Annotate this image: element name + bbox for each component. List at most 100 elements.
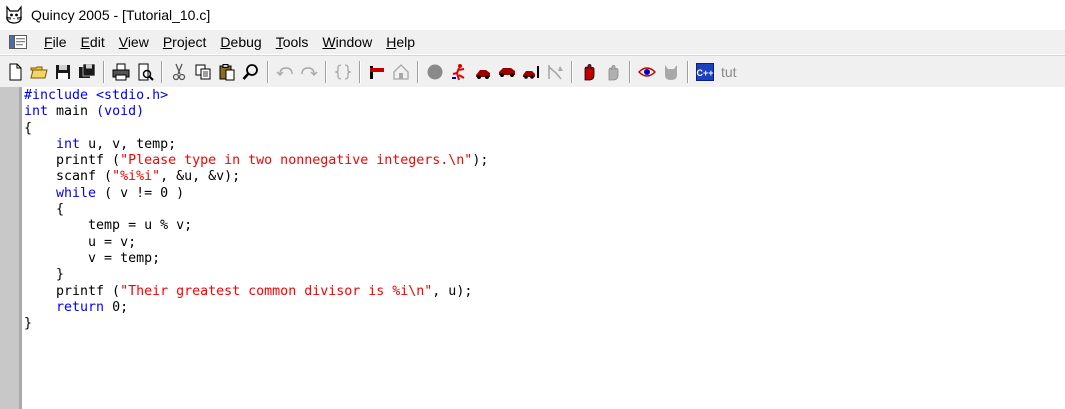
breakpoint-button[interactable] <box>602 61 624 83</box>
menu-help[interactable]: Help <box>379 34 422 50</box>
step-icon <box>476 70 490 79</box>
run-button[interactable] <box>448 61 470 83</box>
find-icon <box>242 64 258 80</box>
watch-button[interactable] <box>636 61 658 83</box>
menu-view-accesskey: V <box>118 34 128 50</box>
editor-area[interactable]: #include <stdio.h> int main (void){ int u… <box>0 87 1065 409</box>
save-all-button[interactable] <box>76 61 98 83</box>
hand-button[interactable] <box>578 61 600 83</box>
open-button[interactable] <box>28 61 50 83</box>
code-text: ); <box>472 153 489 169</box>
code-line[interactable]: int u, v, temp; <box>24 137 488 153</box>
run-to-cursor-button[interactable] <box>544 61 566 83</box>
brace-match-button[interactable] <box>332 61 354 83</box>
code-text: { <box>24 202 65 218</box>
menu-project-accesskey: P <box>162 34 173 50</box>
source-code[interactable]: #include <stdio.h> int main (void){ int u… <box>24 88 488 332</box>
new-file-icon <box>9 63 22 81</box>
menu-file[interactable]: File <box>37 34 74 50</box>
home-icon <box>393 64 409 80</box>
undo-button[interactable] <box>274 61 296 83</box>
code-line[interactable]: { <box>24 121 488 137</box>
step-into-icon <box>523 66 539 79</box>
copy-button[interactable] <box>192 61 214 83</box>
print-preview-button[interactable] <box>134 61 156 83</box>
quincy-icon <box>665 65 677 80</box>
quincy-button[interactable] <box>660 61 682 83</box>
menu-window-accesskey: W <box>322 34 336 50</box>
open-folder-icon <box>30 66 48 79</box>
code-keyword: (void) <box>96 104 145 120</box>
undo-icon <box>276 67 293 76</box>
code-line[interactable]: printf ("Please type in two nonnegative … <box>24 153 488 169</box>
print-icon <box>112 63 130 81</box>
code-line[interactable]: v = temp; <box>24 251 488 267</box>
code-text: } <box>24 316 33 332</box>
code-line[interactable]: temp = u % v; <box>24 218 488 234</box>
code-text: 0; <box>104 299 129 315</box>
code-text: printf ( <box>24 283 121 299</box>
tutorial-label[interactable]: tut <box>721 64 737 80</box>
menu-file-accesskey: F <box>44 34 53 50</box>
code-line[interactable]: } <box>24 316 488 332</box>
toolbar-separator <box>417 61 419 83</box>
code-line[interactable]: return 0; <box>24 300 488 316</box>
code-line[interactable]: int main (void) <box>24 104 488 120</box>
menu-tools[interactable]: Tools <box>269 34 316 50</box>
brace-match-icon <box>334 64 352 80</box>
step-button[interactable] <box>472 61 494 83</box>
cut-icon <box>172 63 186 81</box>
code-keyword: while <box>56 185 97 201</box>
step-into-button[interactable] <box>520 61 542 83</box>
save-all-icon <box>79 63 96 78</box>
code-line[interactable]: printf ("Their greatest common divisor i… <box>24 284 488 300</box>
code-string: "Their greatest common divisor is %i\n" <box>120 283 433 299</box>
editor-gutter[interactable] <box>0 87 22 409</box>
code-text: , u); <box>432 283 473 299</box>
cpp-button[interactable]: C++ <box>694 61 716 83</box>
home-button[interactable] <box>390 61 412 83</box>
find-button[interactable] <box>240 61 262 83</box>
code-text: scanf ( <box>24 169 113 185</box>
breakpoint-disabled-icon <box>608 65 619 81</box>
code-text: ( v != 0 ) <box>96 185 185 201</box>
code-keyword: return <box>56 299 105 315</box>
code-text: } <box>24 267 65 283</box>
cat-icon[interactable] <box>4 5 24 25</box>
code-line[interactable]: #include <stdio.h> <box>24 88 488 104</box>
new-file-button[interactable] <box>4 61 26 83</box>
build-icon <box>370 66 384 79</box>
watch-icon <box>638 67 656 77</box>
build-button[interactable] <box>366 61 388 83</box>
menu-debug-label: ebug <box>230 34 262 50</box>
paste-button[interactable] <box>216 61 238 83</box>
code-line[interactable]: scanf ("%i%i", &u, &v); <box>24 169 488 185</box>
print-button[interactable] <box>110 61 132 83</box>
step-over-button[interactable] <box>496 61 518 83</box>
menu-edit[interactable]: Edit <box>74 34 112 50</box>
document-system-icon[interactable] <box>9 35 27 49</box>
redo-button[interactable] <box>298 61 320 83</box>
redo-icon <box>301 67 318 76</box>
code-line[interactable]: } <box>24 267 488 283</box>
menu-edit-accesskey: E <box>80 34 90 50</box>
code-keyword: int <box>56 136 81 152</box>
stop-button[interactable] <box>424 61 446 83</box>
toolbar-separator <box>325 61 327 83</box>
code-line[interactable]: u = v; <box>24 235 488 251</box>
menu-project[interactable]: Project <box>156 34 214 50</box>
menu-window[interactable]: Window <box>315 34 379 50</box>
toolbar-separator <box>687 61 689 83</box>
code-text: u = v; <box>24 234 137 250</box>
code-line[interactable]: { <box>24 202 488 218</box>
menu-debug[interactable]: Debug <box>213 34 268 50</box>
menu-view[interactable]: View <box>112 34 156 50</box>
paste-icon <box>219 64 235 81</box>
copy-icon <box>195 64 211 80</box>
save-button[interactable] <box>52 61 74 83</box>
cut-button[interactable] <box>168 61 190 83</box>
step-over-icon <box>499 68 515 77</box>
code-line[interactable]: while ( v != 0 ) <box>24 186 488 202</box>
code-text: temp = u % v; <box>24 218 193 234</box>
